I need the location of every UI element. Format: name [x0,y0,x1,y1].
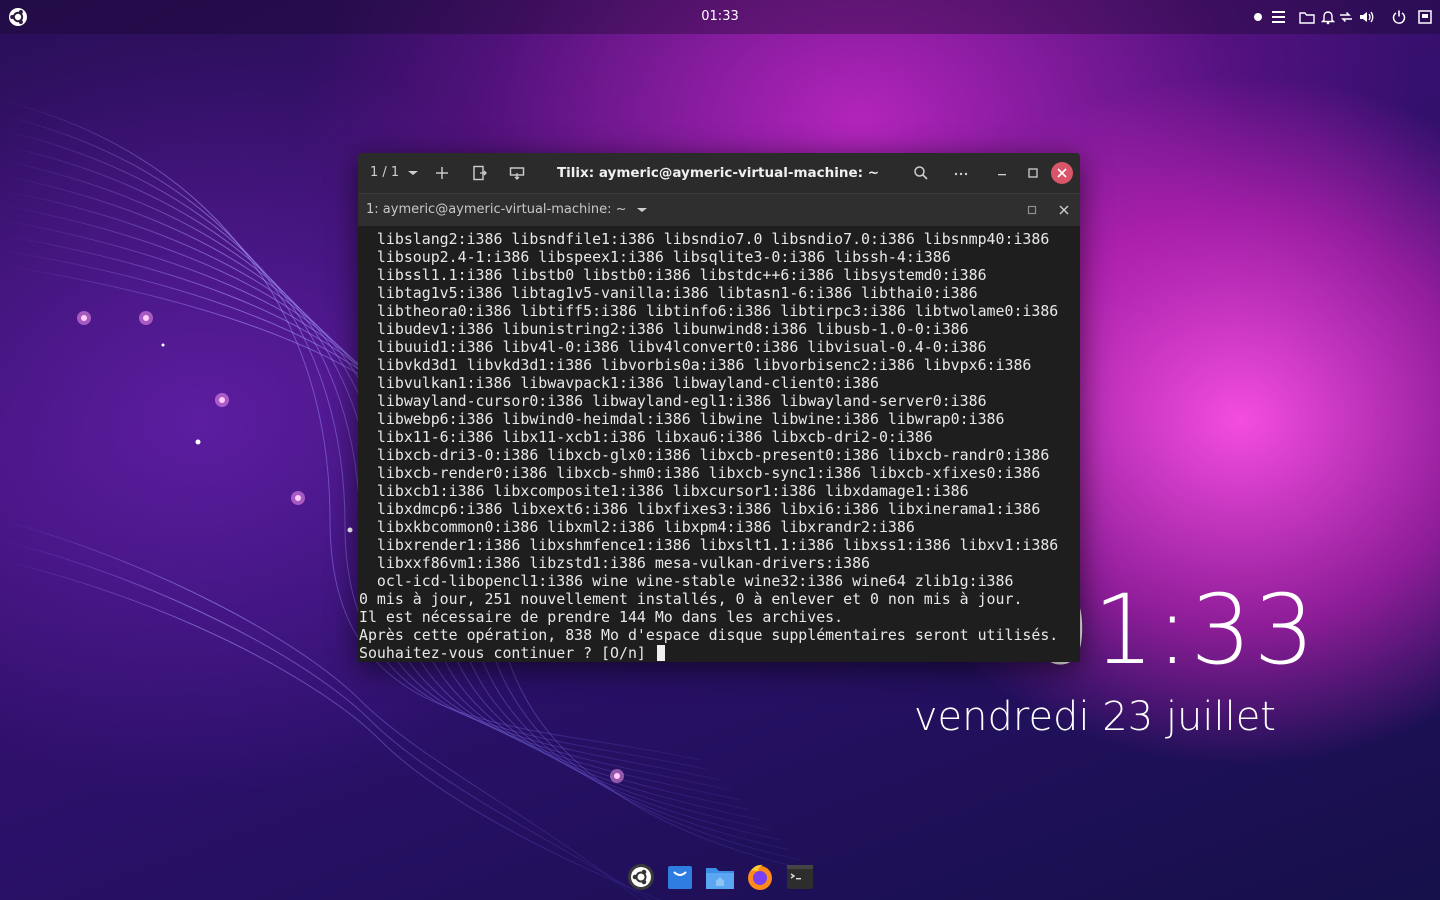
desktop: 01:33 01:33 vendredi 23 juillet 1 / 1 Ti… [0,0,1440,900]
window-title: Tilix: aymeric@aymeric-virtual-machine: … [556,165,880,181]
close-icon [1057,168,1067,178]
record-dot-icon[interactable] [1252,9,1268,25]
terminal-line: libxcb1:i386 libxcomposite1:i386 libxcur… [376,482,969,500]
terminal-output-lines: libslang2:i386 libsndfile1:i386 libsndio… [359,230,1058,644]
pane-maximize-icon[interactable] [1024,202,1040,218]
files-icon[interactable] [704,862,736,892]
software-store-icon[interactable] [665,862,695,892]
terminal-line: libxdmcp6:i386 libxext6:i386 libxfixes3:… [376,500,1041,518]
maximize-icon[interactable] [1025,165,1041,181]
terminal-line: libslang2:i386 libsndfile1:i386 libsndio… [376,230,1050,248]
terminal-line: libudev1:i386 libunistring2:i386 libunwi… [376,320,969,338]
tilix-window: 1 / 1 Tilix: aymeric@aymeric-virtual-mac… [358,153,1080,662]
ubuntu-logo-icon[interactable] [8,7,28,27]
folder-icon[interactable] [1299,9,1315,25]
terminal-line: 0 mis à jour, 251 nouvellement installés… [359,590,1023,608]
terminal-prompt: Souhaitez-vous continuer ? [O/n] [359,644,655,662]
dock [618,858,822,898]
top-panel: 01:33 [0,0,1440,34]
terminal-line: libtheora0:i386 libtiff5:i386 libtinfo6:… [376,302,1059,320]
terminal-line: libtag1v5:i386 libtag1v5-vanilla:i386 li… [376,284,978,302]
terminal-line: libxcb-dri3-0:i386 libxcb-glx0:i386 libx… [376,446,1050,464]
terminal-line: libxrender1:i386 libxshmfence1:i386 libx… [376,536,1059,554]
terminal-line: libvulkan1:i386 libwavpack1:i386 libwayl… [376,374,879,392]
terminal-output: libslang2:i386 libsndfile1:i386 libsndio… [359,230,1058,662]
terminal-line: libxxf86vm1:i386 libzstd1:i386 mesa-vulk… [376,554,871,572]
terminal-line: libwayland-cursor0:i386 libwayland-egl1:… [376,392,987,410]
chevron-down-icon[interactable] [405,165,421,181]
terminal-tab-bar: 1: aymeric@aymeric-virtual-machine: ~ [358,193,1080,226]
terminal-line: libwebp6:i386 libwind0-heimdal:i386 libw… [376,410,1005,428]
terminal-body[interactable]: libslang2:i386 libsndfile1:i386 libsndio… [358,226,1080,662]
terminal-line: libx11-6:i386 libx11-xcb1:i386 libxau6:i… [376,428,933,446]
terminal-line: libxkbcommon0:i386 libxml2:i386 libxpm4:… [376,518,915,536]
volume-icon[interactable] [1358,9,1374,25]
window-switch-icon[interactable] [1417,9,1433,25]
terminal-line: libxcb-render0:i386 libxcb-shm0:i386 lib… [376,464,1041,482]
minimize-icon[interactable] [994,165,1010,181]
firefox-icon[interactable] [745,862,775,892]
terminal-icon[interactable] [785,862,815,892]
terminal-line: libuuid1:i386 libv4l-0:i386 libv4lconver… [376,338,987,356]
terminal-cursor [656,645,665,661]
ubuntu-budgie-icon[interactable] [626,862,656,892]
panel-clock[interactable]: 01:33 [690,0,750,34]
bell-icon[interactable] [1320,9,1336,25]
more-icon[interactable] [953,165,969,181]
terminal-tab-label: 1: aymeric@aymeric-virtual-machine: ~ [366,202,627,217]
pane-close-icon[interactable] [1056,202,1072,218]
terminal-line: libsoup2.4-1:i386 libspeex1:i386 libsqli… [376,248,951,266]
search-icon[interactable] [913,165,929,181]
terminal-line: libssl1.1:i386 libstb0 libstb0:i386 libs… [376,266,987,284]
split-vertical-icon[interactable] [472,165,488,181]
terminal-tab-title[interactable]: 1: aymeric@aymeric-virtual-machine: ~ [366,194,627,226]
session-count[interactable]: 1 / 1 [370,153,399,193]
split-horizontal-icon[interactable] [509,165,525,181]
close-button[interactable] [1051,162,1073,184]
network-icon[interactable] [1338,9,1354,25]
desktop-clock-date: vendredi 23 juillet [913,694,1276,740]
terminal-line: libvkd3d1 libvkd3d1:i386 libvorbis0a:i38… [376,356,1032,374]
power-icon[interactable] [1391,9,1407,25]
terminal-line: Il est nécessaire de prendre 144 Mo dans… [359,608,844,626]
tab-chevron-down-icon[interactable] [634,202,650,218]
terminal-line: Après cette opération, 838 Mo d'espace d… [359,626,1059,644]
terminal-line: ocl-icd-libopencl1:i386 wine wine-stable… [376,572,1014,590]
menu-icon[interactable] [1271,9,1287,25]
plus-icon[interactable] [434,165,450,181]
titlebar[interactable]: 1 / 1 Tilix: aymeric@aymeric-virtual-mac… [358,153,1080,193]
